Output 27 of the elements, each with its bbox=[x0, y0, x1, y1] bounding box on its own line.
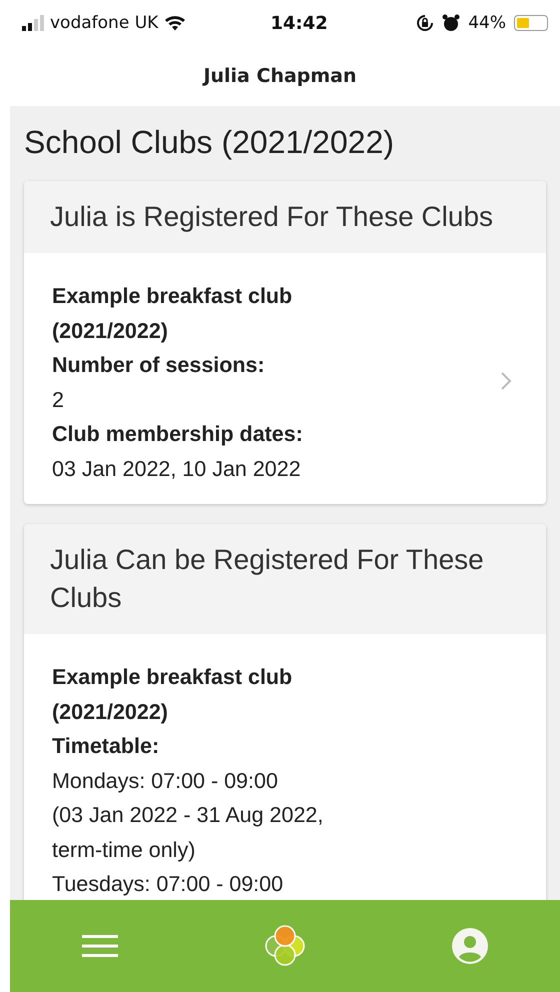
card-title: Julia is Registered For These Clubs bbox=[24, 181, 546, 253]
battery-percent: 44% bbox=[468, 13, 506, 33]
rotation-lock-icon bbox=[416, 14, 434, 32]
page-title: School Clubs (2021/2022) bbox=[24, 123, 396, 162]
status-time: 14:42 bbox=[269, 12, 329, 34]
field-label: Club membership dates: bbox=[52, 421, 304, 448]
profile-button[interactable] bbox=[452, 928, 488, 964]
club-card[interactable]: Julia is Registered For These Clubs Example breakfast club (2021/2022) Number of sessions: 2 Club membership dates: 03 Jan 2022, 10 Jan 2022 bbox=[24, 181, 546, 504]
club-name: Example breakfast club (2021/2022) bbox=[52, 664, 294, 726]
menu-button[interactable] bbox=[82, 934, 118, 958]
field-value: 2 bbox=[52, 386, 65, 414]
field-value: 03 Jan 2022, 10 Jan 2022 bbox=[52, 456, 302, 482]
carrier-name: vodafone UK bbox=[50, 13, 158, 33]
field-value: Tuesdays: 07:00 - 09:00 bbox=[52, 871, 284, 898]
profile-icon bbox=[452, 928, 488, 964]
wifi-icon bbox=[164, 15, 186, 31]
field-label: Timetable: bbox=[52, 733, 160, 760]
chevron-right-icon bbox=[500, 371, 512, 391]
signal-icon bbox=[22, 15, 44, 31]
field-value: (03 Jan 2022 - 31 Aug 2022, term-time only) bbox=[52, 802, 324, 864]
header-title: Julia Chapman bbox=[203, 65, 357, 87]
menu-icon bbox=[82, 934, 118, 958]
card-title: Julia Can be Registered For These Clubs bbox=[24, 524, 546, 634]
field-value: Mondays: 07:00 - 09:00 bbox=[52, 768, 279, 794]
club-name: Example breakfast club (2021/2022) bbox=[52, 283, 294, 344]
field-label: Number of sessions: bbox=[52, 352, 266, 379]
battery-icon bbox=[514, 15, 548, 31]
